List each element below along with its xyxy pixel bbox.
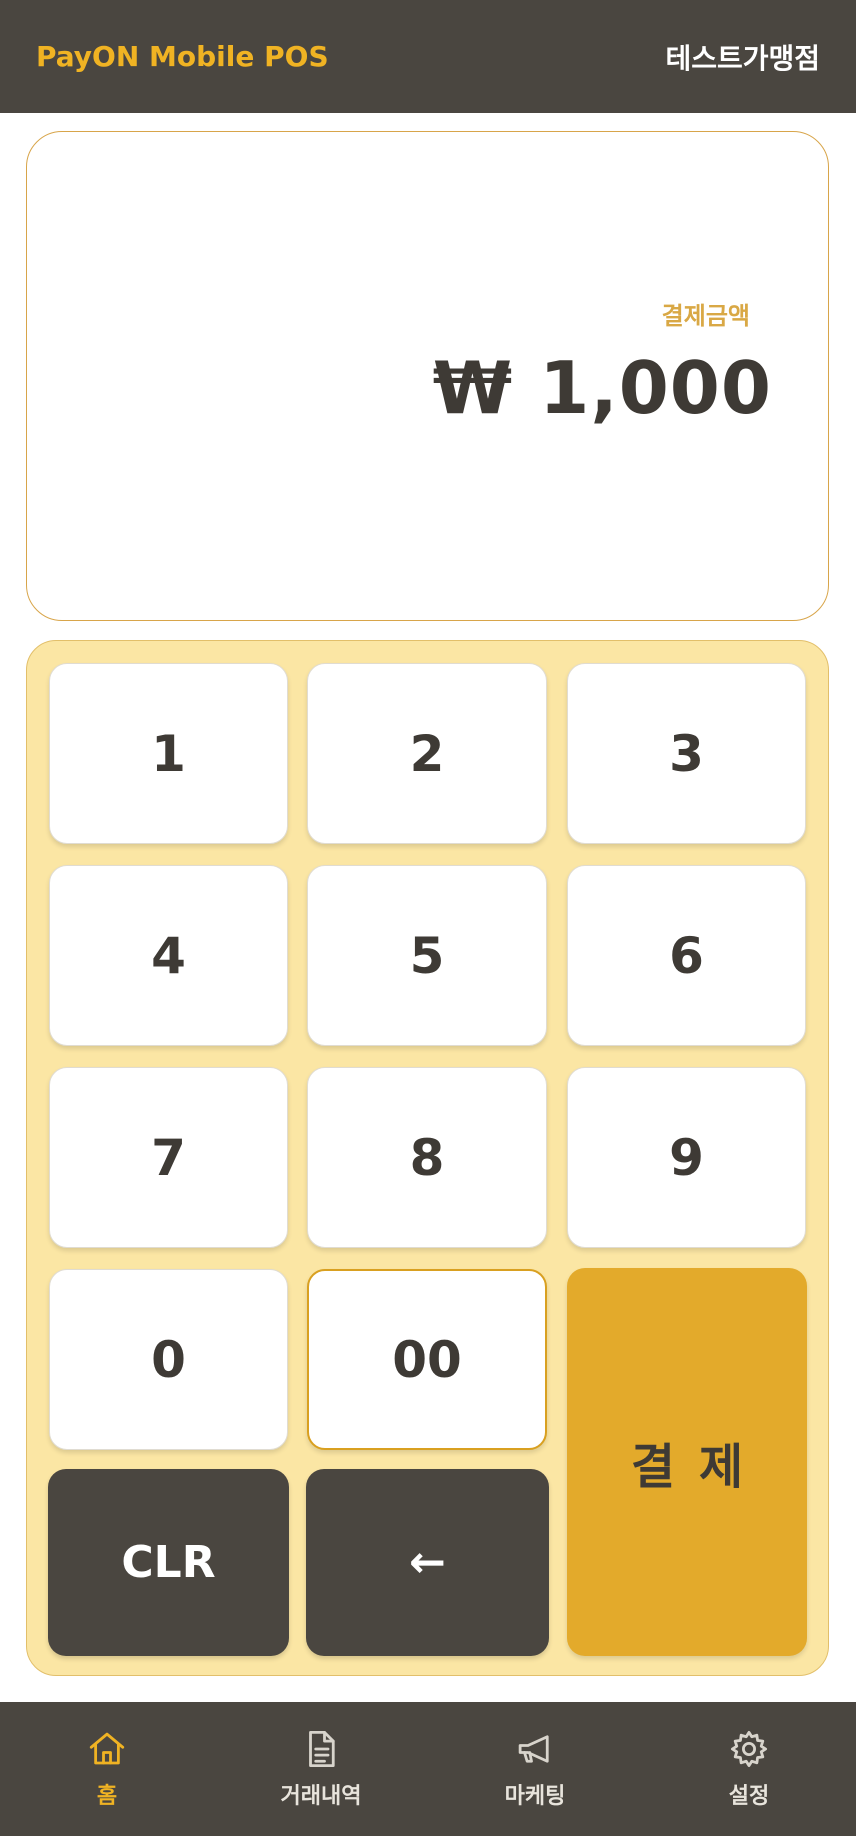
numeric-keypad: 1 2 3 4 5 6 7 8 9 0 00 결제 CLR ← [26, 640, 829, 1676]
key-1[interactable]: 1 [49, 663, 288, 844]
document-icon [309, 1730, 335, 1768]
megaphone-icon [518, 1735, 549, 1763]
gear-icon [730, 1730, 768, 1768]
key-5[interactable]: 5 [307, 865, 547, 1046]
amount-value: ₩ 1,000 [432, 346, 772, 430]
clear-button[interactable]: CLR [48, 1469, 289, 1656]
amount-label: 결제금액 [661, 302, 750, 330]
tab-settings[interactable]: 설정 [642, 1702, 856, 1836]
amount-display-card: 결제금액 ₩ 1,000 [26, 131, 829, 621]
backspace-button[interactable]: ← [306, 1469, 549, 1656]
app-header: PayON Mobile POS 테스트가맹점 [0, 0, 856, 113]
store-name: 테스트가맹점 [665, 41, 820, 75]
tab-transactions[interactable]: 거래내역 [214, 1702, 428, 1836]
key-6[interactable]: 6 [567, 865, 806, 1046]
home-icon [89, 1732, 125, 1765]
pay-button[interactable]: 결제 [567, 1268, 807, 1656]
key-2[interactable]: 2 [307, 663, 547, 844]
key-4[interactable]: 4 [49, 865, 288, 1046]
key-0[interactable]: 0 [49, 1269, 288, 1450]
key-9[interactable]: 9 [567, 1067, 806, 1248]
tab-label-home: 홈 [96, 1784, 118, 1809]
tab-home[interactable]: 홈 [0, 1702, 214, 1836]
tab-label-settings: 설정 [728, 1784, 770, 1809]
bottom-tab-bar: 홈 거래내역 마케팅 설정 [0, 1702, 856, 1836]
tab-marketing[interactable]: 마케팅 [428, 1702, 642, 1836]
app-brand: PayON Mobile POS [36, 40, 329, 73]
tab-label-marketing: 마케팅 [504, 1784, 566, 1809]
key-3[interactable]: 3 [567, 663, 806, 844]
tab-label-transactions: 거래내역 [280, 1784, 362, 1809]
key-8[interactable]: 8 [307, 1067, 547, 1248]
key-00[interactable]: 00 [307, 1269, 547, 1450]
key-7[interactable]: 7 [49, 1067, 288, 1248]
